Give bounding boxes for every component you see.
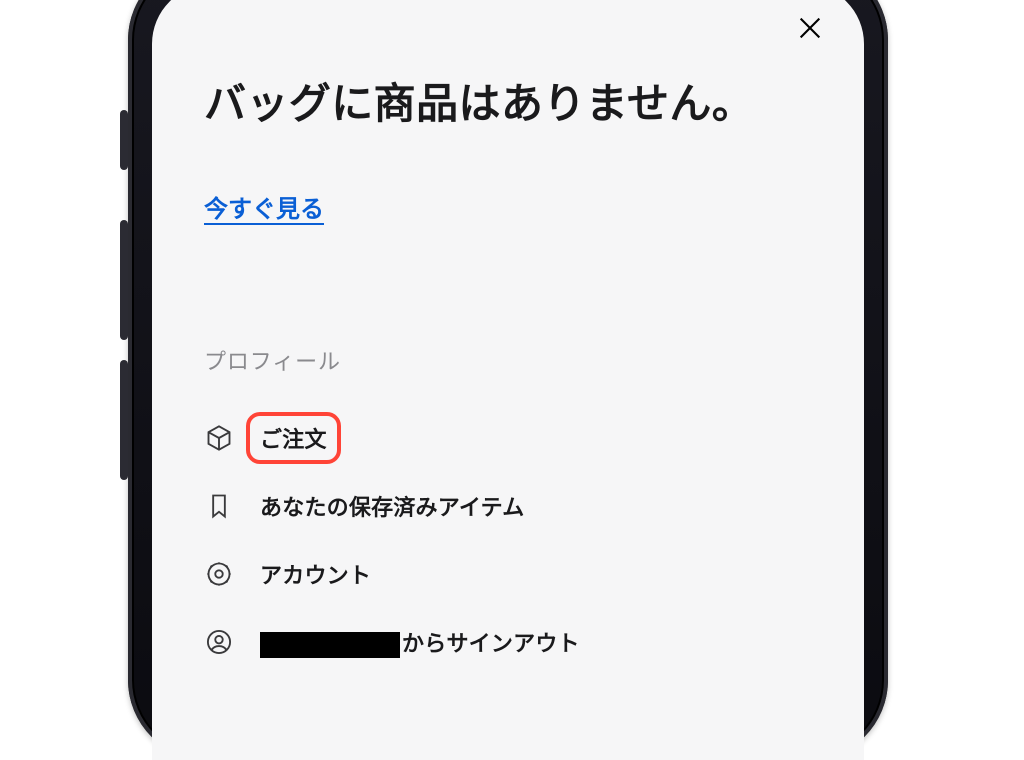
phone-frame: バッグに商品はありません。 今すぐ見る プロフィール ご注文 [128,0,888,760]
profile-section-label: プロフィール [204,344,812,376]
profile-menu: ご注文 あなたの保存済みアイテム [204,404,812,676]
menu-item-label: アカウント [260,558,371,590]
volume-down-button [120,360,128,480]
menu-item-signout[interactable]: からサインアウト [204,608,812,676]
close-icon [796,14,824,47]
gear-icon [204,559,234,589]
side-button [120,110,128,170]
menu-item-account[interactable]: アカウント [204,540,812,608]
menu-item-label: ご注文 [260,422,327,454]
menu-item-saved[interactable]: あなたの保存済みアイテム [204,472,812,540]
browse-now-link[interactable]: 今すぐ見る [204,189,324,224]
close-button[interactable] [790,10,830,50]
menu-item-orders[interactable]: ご注文 [204,404,812,472]
signout-suffix: からサインアウト [402,631,580,656]
menu-item-label: からサインアウト [260,626,580,658]
box-icon [204,423,234,453]
menu-item-label: あなたの保存済みアイテム [260,490,524,522]
user-circle-icon [204,627,234,657]
page-title: バッグに商品はありません。 [204,70,812,131]
bookmark-icon [204,491,234,521]
volume-up-button [120,220,128,340]
screen: バッグに商品はありません。 今すぐ見る プロフィール ご注文 [152,0,864,760]
redacted-username [260,632,400,658]
